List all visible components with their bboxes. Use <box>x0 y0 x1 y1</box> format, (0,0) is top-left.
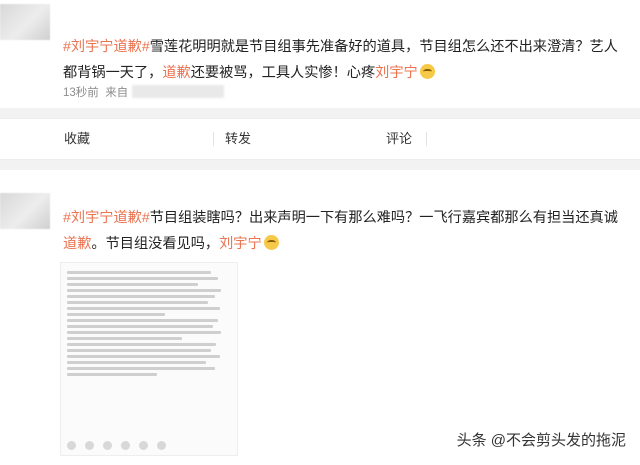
keyword-highlight[interactable]: 道歉 <box>162 65 190 81</box>
wechat-icon <box>85 441 94 450</box>
source-label: 来自 <box>105 87 129 99</box>
post-text-part: 节目组装瞎吗？出来声明一下有那么难吗？一飞行嘉宾都那么有担当还真诚 <box>149 210 618 226</box>
statement-text-lines <box>67 268 231 379</box>
comment-button[interactable]: 评论 <box>386 119 412 159</box>
avatar[interactable] <box>0 193 50 229</box>
post-text-part: 。节目组没看见吗， <box>91 236 220 252</box>
avatar[interactable] <box>0 4 50 40</box>
post-text: #刘宇宁道歉#雪莲花明明就是节目组事先准备好的道具，节目组怎么还不出来澄清？艺人… <box>63 34 626 86</box>
post-meta: 13秒前 来自 <box>63 84 225 100</box>
weibo-post-1: #刘宇宁道歉#雪莲花明明就是节目组事先准备好的道具，节目组怎么还不出来澄清？艺人… <box>0 0 640 108</box>
share-icons-row <box>67 437 231 450</box>
keyword-highlight[interactable]: 道歉 <box>63 236 91 252</box>
divider <box>426 132 427 146</box>
mention-link[interactable]: 刘宇宁 <box>219 236 262 252</box>
sad-emoji-icon <box>419 64 435 79</box>
divider <box>213 132 214 146</box>
post-text: #刘宇宁道歉#节目组装瞎吗？出来声明一下有那么难吗？一飞行嘉宾都那么有担当还真诚… <box>63 205 626 257</box>
post-text-part: 还要被骂，工具人实惨！心疼 <box>190 65 376 81</box>
moments-icon <box>103 441 112 450</box>
collect-button[interactable]: 收藏 <box>64 119 90 159</box>
qq-icon <box>121 441 130 450</box>
attached-statement-image[interactable] <box>60 262 238 456</box>
share-icon <box>67 441 76 450</box>
weibo-icon <box>139 441 148 450</box>
post-time: 13秒前 <box>63 87 99 99</box>
repost-button[interactable]: 转发 <box>225 119 251 159</box>
like-icon <box>157 441 166 450</box>
hashtag-link[interactable]: #刘宇宁道歉# <box>63 39 150 55</box>
crying-emoji-icon <box>263 235 279 250</box>
mention-link[interactable]: 刘宇宁 <box>375 65 418 81</box>
source-blurred <box>132 85 225 98</box>
hashtag-link[interactable]: #刘宇宁道歉# <box>63 210 150 226</box>
post-action-bar: 收藏 转发 评论 <box>0 118 640 160</box>
watermark: 头条 @不会剪头发的拖泥 <box>456 432 626 449</box>
